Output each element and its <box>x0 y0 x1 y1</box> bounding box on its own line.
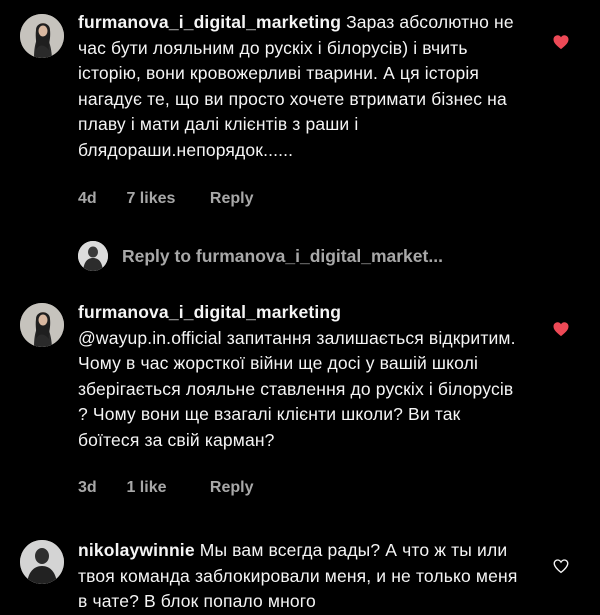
user-photo-icon <box>20 14 64 58</box>
comment-meta: 3d 1 like Reply <box>78 479 253 497</box>
view-replies-toggle[interactable]: Reply to furmanova_i_digital_market... <box>78 240 443 272</box>
avatar <box>78 241 108 271</box>
reply-button[interactable]: Reply <box>210 479 254 497</box>
avatar[interactable] <box>20 303 64 347</box>
comment-text: @wayup.in.official запитання залишається… <box>78 327 516 450</box>
comment-item: furmanova_i_digital_marketing @wayup.in.… <box>0 295 600 505</box>
user-photo-icon <box>78 241 108 271</box>
comment-text: Зараз абсолютно не час бути лояльним до … <box>78 12 514 160</box>
heart-filled-icon[interactable] <box>552 33 570 51</box>
comment-time: 4d <box>78 190 97 207</box>
reply-to-label[interactable]: Reply to furmanova_i_digital_market... <box>122 246 443 267</box>
comment-meta: 4d 7 likes Reply <box>78 190 253 208</box>
comment-content: furmanova_i_digital_marketing @wayup.in.… <box>78 300 518 453</box>
avatar[interactable] <box>20 14 64 58</box>
heart-filled-icon[interactable] <box>552 320 570 338</box>
avatar[interactable] <box>20 540 64 584</box>
comment-username[interactable]: nikolaywinnie <box>78 540 195 560</box>
comment-username[interactable]: furmanova_i_digital_marketing <box>78 12 341 32</box>
reply-button[interactable]: Reply <box>210 190 254 208</box>
comment-likes-count[interactable]: 1 like <box>126 479 205 497</box>
comment-item: furmanova_i_digital_marketing Зараз абсо… <box>0 0 600 215</box>
comment-likes-count[interactable]: 7 likes <box>126 190 205 208</box>
comment-content: nikolaywinnie Мы вам всегда рады? А что … <box>78 538 518 615</box>
user-photo-icon <box>20 540 64 584</box>
user-photo-icon <box>20 303 64 347</box>
heart-outline-icon[interactable] <box>552 557 570 575</box>
comment-item: nikolaywinnie Мы вам всегда рады? А что … <box>0 530 600 611</box>
comment-username[interactable]: furmanova_i_digital_marketing <box>78 302 341 322</box>
comment-content: furmanova_i_digital_marketing Зараз абсо… <box>78 10 518 163</box>
comment-time: 3d <box>78 479 97 496</box>
